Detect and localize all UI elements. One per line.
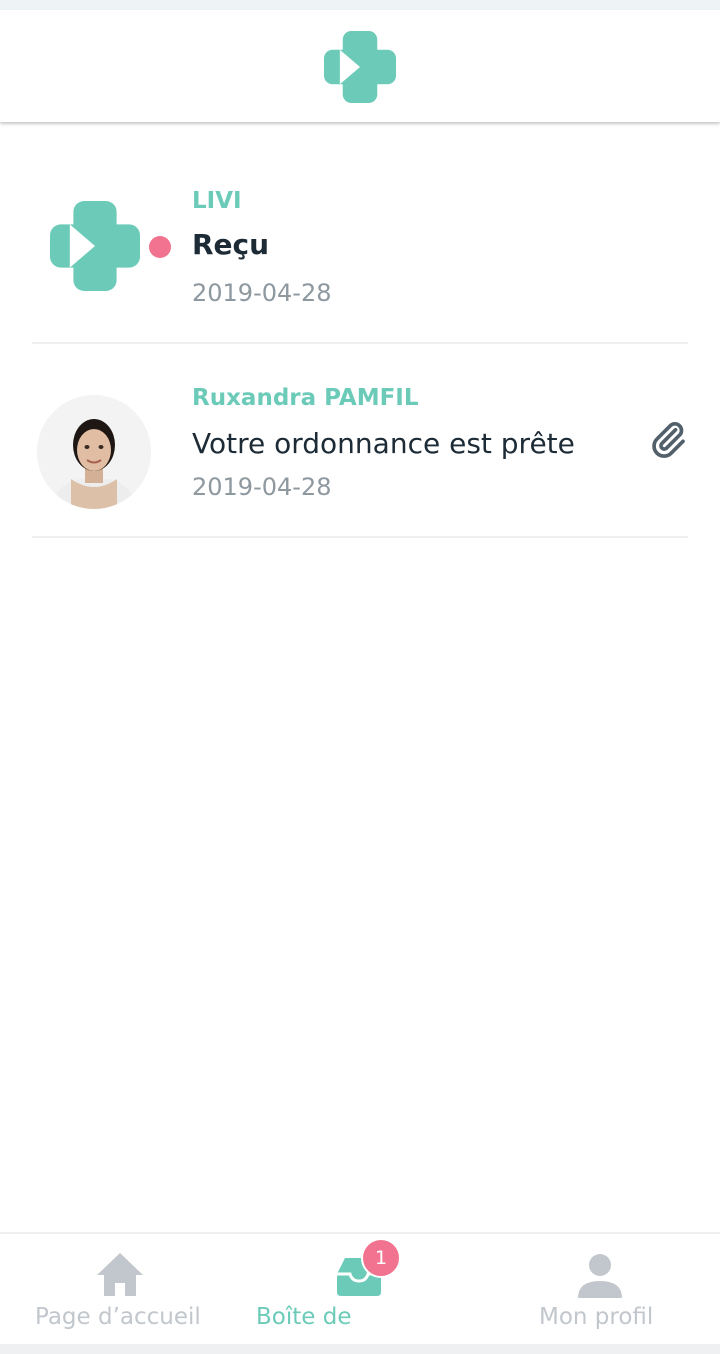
nav-inbox[interactable]: 1 Boîte de [240, 1234, 480, 1346]
doctor-avatar [37, 395, 151, 509]
livi-logo-icon [324, 31, 396, 103]
notification-badge: 1 [361, 1238, 401, 1278]
user-icon [578, 1254, 622, 1298]
message-row[interactable]: Ruxandra PAMFIL Votre ordonnance est prê… [0, 344, 720, 538]
system-nav-bar [0, 1344, 720, 1354]
home-icon [97, 1253, 143, 1296]
message-date: 2019-04-28 [192, 473, 332, 501]
paperclip-icon [652, 422, 685, 458]
nav-home-label: Page d’accueil [35, 1304, 201, 1330]
app-header [0, 10, 720, 122]
message-row[interactable]: LIVI Reçu 2019-04-28 [0, 123, 720, 344]
bottom-navigation: Page d’accueil 1 Boîte de Mon profil [0, 1232, 720, 1346]
livi-logo-icon [50, 201, 140, 291]
nav-profile[interactable]: Mon profil [500, 1234, 700, 1346]
message-list: LIVI Reçu 2019-04-28 Ruxandra PAMFIL Vot… [0, 123, 720, 538]
message-sender: Ruxandra PAMFIL [192, 385, 419, 411]
message-subject: Votre ordonnance est prête [192, 427, 575, 460]
nav-inbox-label: Boîte de [256, 1304, 352, 1330]
unread-indicator [149, 236, 171, 258]
message-subject: Reçu [192, 228, 270, 261]
status-bar [0, 0, 720, 10]
nav-home[interactable]: Page d’accueil [20, 1234, 220, 1346]
message-sender: LIVI [192, 188, 242, 214]
message-date: 2019-04-28 [192, 279, 332, 307]
divider [32, 536, 688, 538]
nav-profile-label: Mon profil [539, 1304, 654, 1330]
